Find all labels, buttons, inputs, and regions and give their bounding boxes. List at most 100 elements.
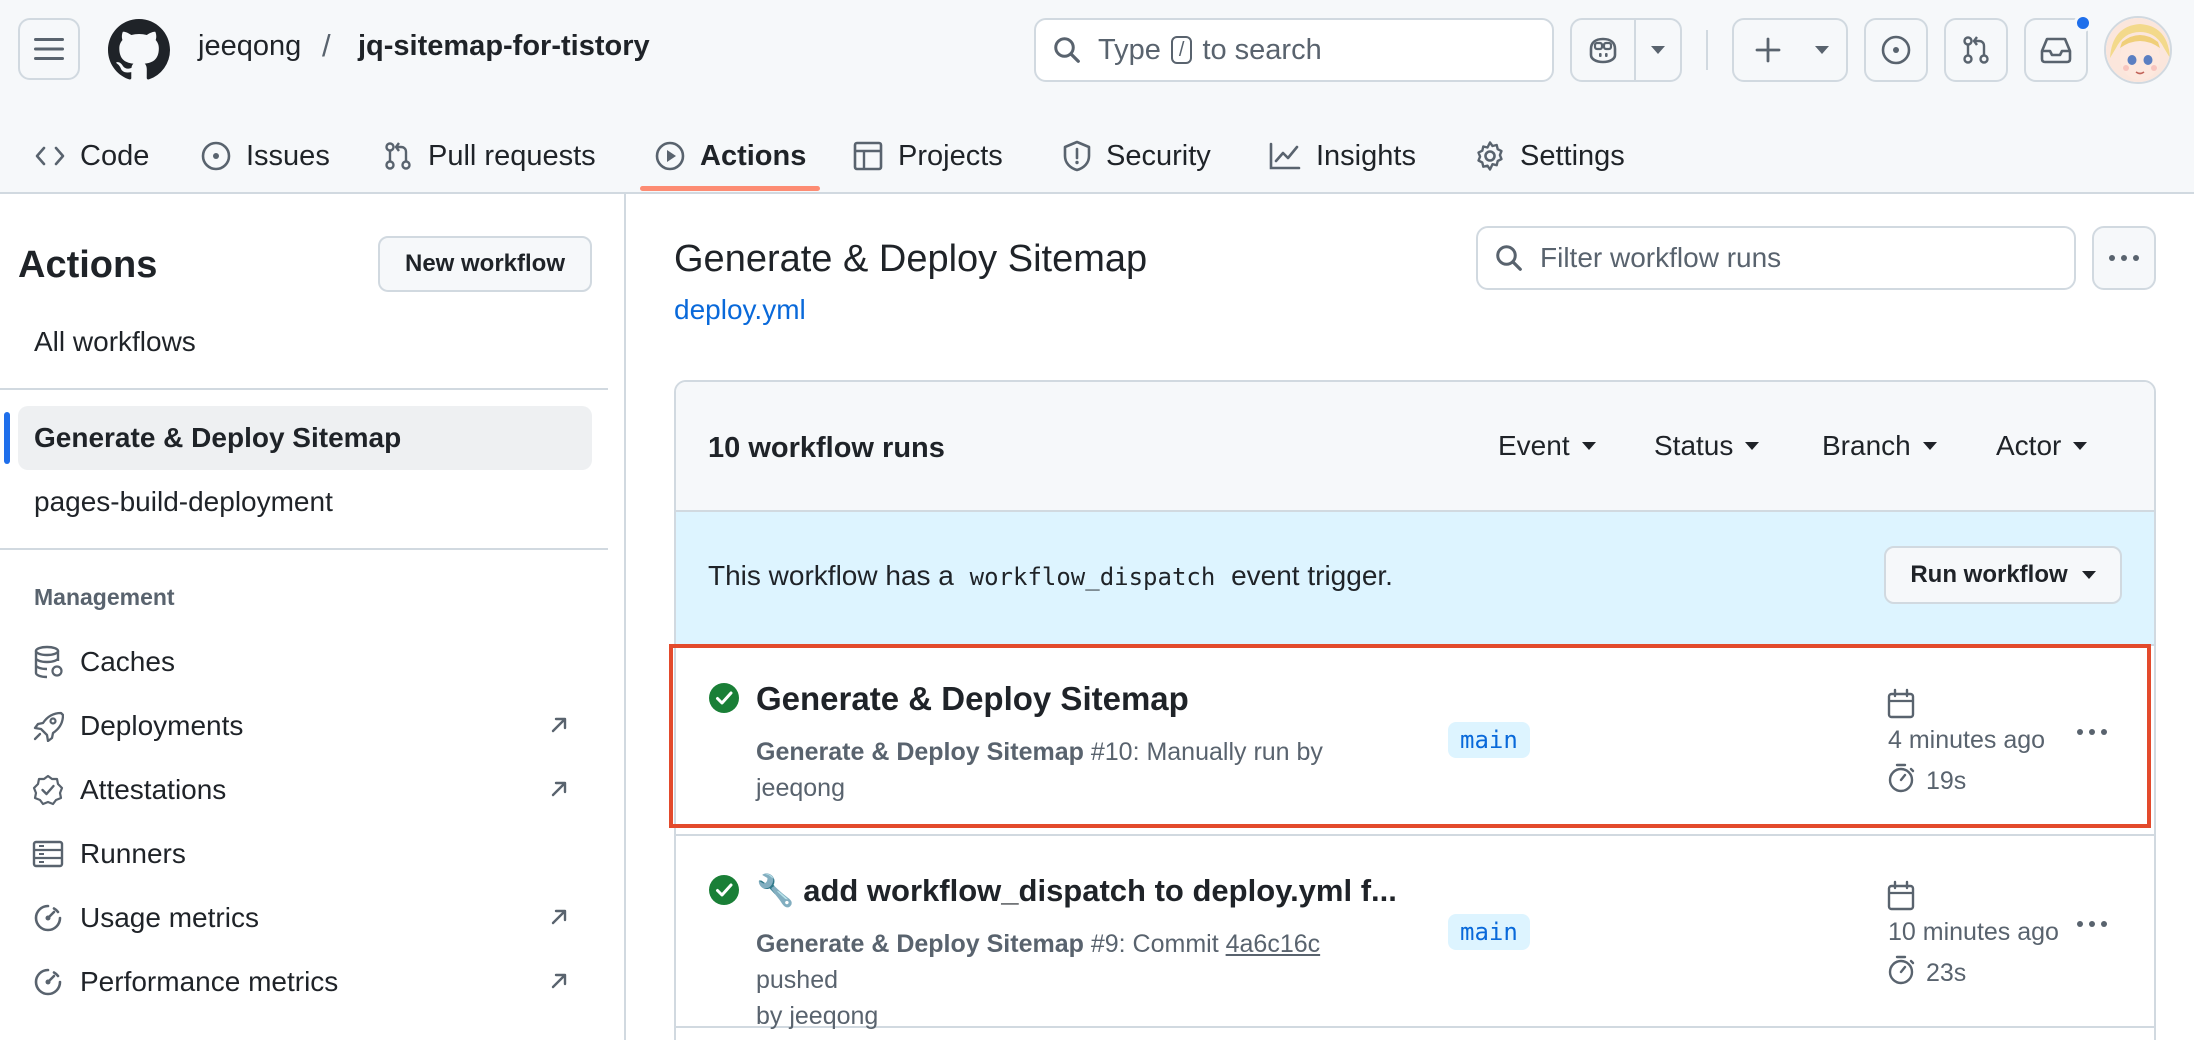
chevron-down-icon — [2081, 571, 2096, 579]
sidebar-title: Actions — [18, 244, 158, 286]
calendar-icon — [1887, 880, 1915, 911]
copilot-icon — [1589, 37, 1617, 64]
tab-settings[interactable]: Settings — [1474, 118, 1625, 194]
kebab-horizontal-icon[interactable] — [2076, 920, 2108, 928]
chevron-down-icon — [1815, 46, 1829, 54]
chevron-down-icon — [1922, 442, 1937, 450]
sidebar-item-generate-deploy-sitemap[interactable]: Generate & Deploy Sitemap — [34, 422, 401, 454]
usage-metrics-label: Usage metrics — [80, 902, 259, 933]
sidebar-item-pages-build-deployment[interactable]: pages-build-deployment — [34, 486, 333, 518]
issues-button[interactable] — [1864, 18, 1928, 82]
run-number: #9 — [1090, 930, 1119, 958]
sidebar-item-performance-metrics[interactable]: Performance metrics — [32, 958, 592, 1006]
tab-actions-label: Actions — [700, 139, 807, 172]
branch-label[interactable]: main — [1448, 914, 1530, 950]
tab-projects[interactable]: Projects — [852, 118, 1003, 194]
tab-security[interactable]: Security — [1062, 118, 1211, 194]
search-shortcut-key: / — [1170, 36, 1193, 64]
workflow-more-button[interactable] — [2092, 226, 2156, 290]
workflow-run-row[interactable]: 🔧 add workflow_dispatch to deploy.yml f.… — [676, 838, 2154, 1030]
database-icon — [34, 645, 63, 679]
deployments-label: Deployments — [80, 710, 244, 741]
server-icon — [32, 840, 64, 868]
actions-sidebar: Actions New workflow All workflows Gener… — [0, 194, 626, 1040]
branch-name: main — [1460, 918, 1518, 946]
commit-sha-link[interactable]: 4a6c16c — [1226, 930, 1321, 958]
filter-workflow-runs-input[interactable]: Filter workflow runs — [1476, 226, 2076, 290]
run-count: 10 workflow runs — [708, 432, 945, 464]
rocket-icon — [33, 711, 64, 742]
create-new-button[interactable] — [1732, 18, 1848, 82]
sidebar-item-all-workflows[interactable]: All workflows — [34, 326, 196, 358]
filter-branch-dropdown[interactable]: Branch — [1822, 430, 1937, 462]
filter-event-dropdown[interactable]: Event — [1498, 430, 1596, 462]
breadcrumb-owner[interactable]: jeeqong — [198, 30, 301, 63]
header-divider — [1706, 30, 1708, 70]
user-avatar[interactable] — [2104, 16, 2172, 84]
arrow-up-right-icon — [551, 909, 567, 925]
caches-label: Caches — [80, 646, 175, 677]
verified-icon — [32, 774, 64, 806]
menu-button[interactable] — [18, 18, 80, 80]
search-icon — [1054, 37, 1080, 63]
tab-pull-requests[interactable]: Pull requests — [382, 118, 596, 194]
runs-box-header: 10 workflow runs Event Status Branch Act… — [676, 382, 2154, 512]
tab-issues-label: Issues — [246, 139, 330, 172]
chevron-down-icon — [1651, 46, 1665, 54]
run-title[interactable]: 🔧 add workflow_dispatch to deploy.yml f.… — [756, 872, 1397, 909]
tab-actions[interactable]: Actions — [654, 118, 806, 194]
tab-projects-label: Projects — [898, 139, 1003, 172]
tab-code[interactable]: Code — [34, 118, 149, 194]
kebab-horizontal-icon — [2109, 255, 2139, 261]
play-icon — [655, 141, 685, 171]
copilot-dropdown[interactable] — [1636, 20, 1680, 80]
graph-icon — [1269, 142, 1301, 170]
filter-branch-label: Branch — [1822, 430, 1911, 461]
run-actor: by jeeqong — [756, 1002, 879, 1030]
sidebar-item-runners[interactable]: Runners — [32, 830, 592, 878]
run-time-ago: 10 minutes ago — [1888, 918, 2059, 946]
filter-status-dropdown[interactable]: Status — [1654, 430, 1760, 462]
sidebar-item-caches[interactable]: Caches — [32, 638, 592, 686]
info-pre: This workflow has a — [708, 560, 954, 591]
filter-status-label: Status — [1654, 430, 1734, 461]
sidebar-item-deployments[interactable]: Deployments — [32, 702, 592, 750]
copilot-button-group — [1570, 18, 1682, 82]
notification-indicator — [2074, 14, 2092, 32]
info-post: event trigger. — [1231, 560, 1393, 591]
new-workflow-button[interactable]: New workflow — [378, 236, 592, 292]
breadcrumb-repo[interactable]: jq-sitemap-for-tistory — [358, 30, 650, 63]
sidebar-item-usage-metrics[interactable]: Usage metrics — [32, 894, 592, 942]
copilot-button[interactable] — [1572, 20, 1634, 80]
global-search-input[interactable]: Type / to search — [1034, 18, 1554, 82]
dispatch-info-text: This workflow has a workflow_dispatch ev… — [708, 560, 1393, 592]
tab-insights[interactable]: Insights — [1268, 118, 1416, 194]
avatar-image — [2106, 18, 2170, 82]
management-heading: Management — [34, 584, 175, 610]
filter-placeholder: Filter workflow runs — [1540, 242, 1782, 273]
sidebar-selected-indicator — [4, 412, 10, 464]
sidebar-divider — [0, 548, 608, 550]
arrow-up-right-icon — [551, 781, 567, 797]
pull-requests-button[interactable] — [1944, 18, 2008, 82]
tab-issues[interactable]: Issues — [200, 118, 330, 194]
breadcrumb-separator: / — [322, 28, 331, 63]
github-logo-icon[interactable] — [108, 19, 170, 81]
search-placeholder-post: to search — [1202, 33, 1322, 66]
issue-icon — [201, 141, 231, 171]
run-workflow-button[interactable]: Run workflow — [1884, 546, 2122, 604]
top-header: jeeqong / jq-sitemap-for-tistory Type / … — [0, 0, 2194, 194]
highlight-box — [669, 644, 2151, 828]
run-description-post: pushed — [756, 966, 839, 994]
tab-insights-label: Insights — [1316, 139, 1416, 172]
arrow-up-right-icon — [551, 717, 567, 733]
run-meta: Generate & Deploy Sitemap #9: Commit 4a6… — [756, 926, 1376, 1034]
run-workflow-name: Generate & Deploy Sitemap — [756, 930, 1084, 958]
arrow-up-right-icon — [551, 973, 567, 989]
workflow-file-link[interactable]: deploy.yml — [674, 294, 806, 326]
chevron-down-icon — [1745, 442, 1760, 450]
table-icon — [853, 141, 883, 171]
filter-actor-dropdown[interactable]: Actor — [1996, 430, 2088, 462]
sidebar-item-attestations[interactable]: Attestations — [32, 766, 592, 814]
chevron-down-icon — [2073, 442, 2088, 450]
